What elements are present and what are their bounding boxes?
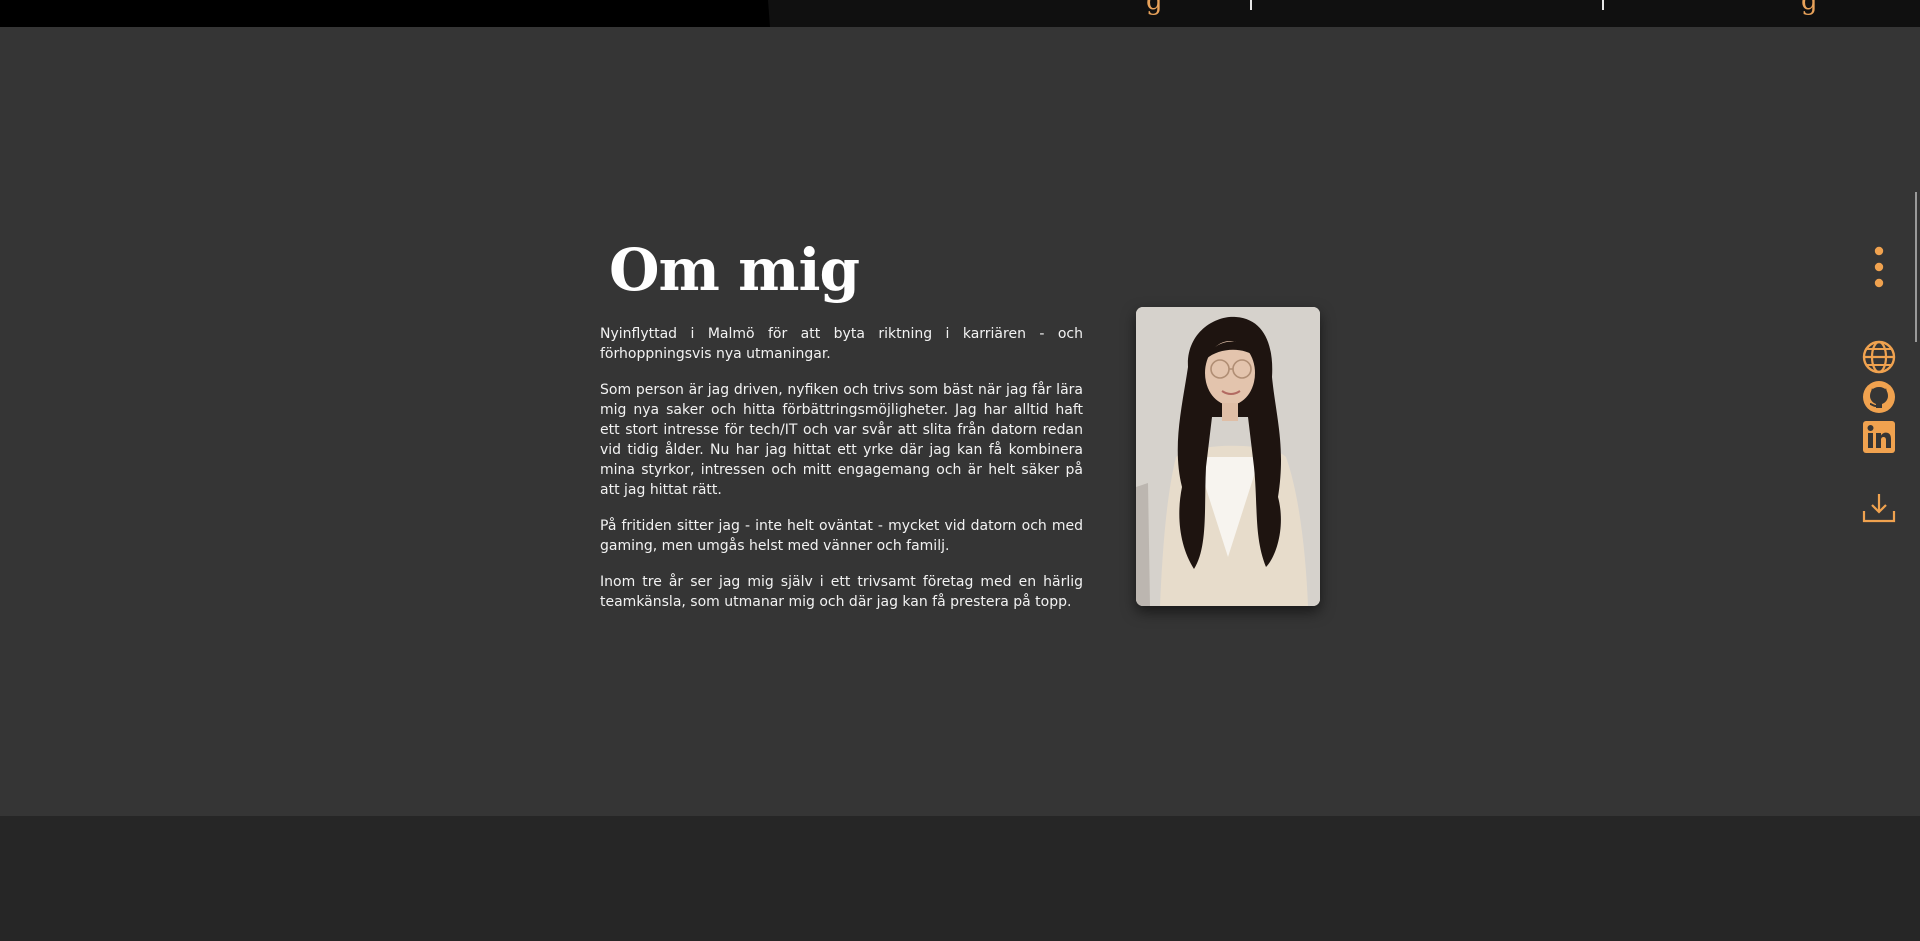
nav-separator <box>1602 0 1604 10</box>
page-title: Om mig <box>609 236 860 304</box>
nav-link-fragment[interactable]: g <box>1146 0 1163 14</box>
nav-separator <box>1250 0 1252 10</box>
about-paragraph: Nyinflyttad i Malmö för att byta riktnin… <box>600 326 1083 362</box>
kebab-menu-icon[interactable] <box>1872 246 1886 288</box>
about-paragraph: På fritiden sitter jag - inte helt ovänt… <box>600 518 1083 554</box>
top-navigation-panel: g g <box>768 0 1920 27</box>
github-icon[interactable] <box>1862 380 1896 414</box>
scrollbar-thumb[interactable] <box>1915 192 1917 342</box>
linkedin-icon[interactable] <box>1862 420 1896 454</box>
globe-icon[interactable] <box>1862 340 1896 374</box>
about-text: Nyinflyttad i Malmö för att byta riktnin… <box>600 324 1083 628</box>
footer-section <box>0 816 1920 941</box>
about-paragraph: Inom tre år ser jag mig själv i ett triv… <box>600 574 1083 610</box>
about-paragraph: Som person är jag driven, nyfiken och tr… <box>600 382 1083 498</box>
profile-photo <box>1136 307 1320 606</box>
download-icon[interactable] <box>1862 492 1896 524</box>
top-navigation-bar: g g <box>0 0 1920 27</box>
nav-link-fragment[interactable]: g <box>1801 0 1818 14</box>
